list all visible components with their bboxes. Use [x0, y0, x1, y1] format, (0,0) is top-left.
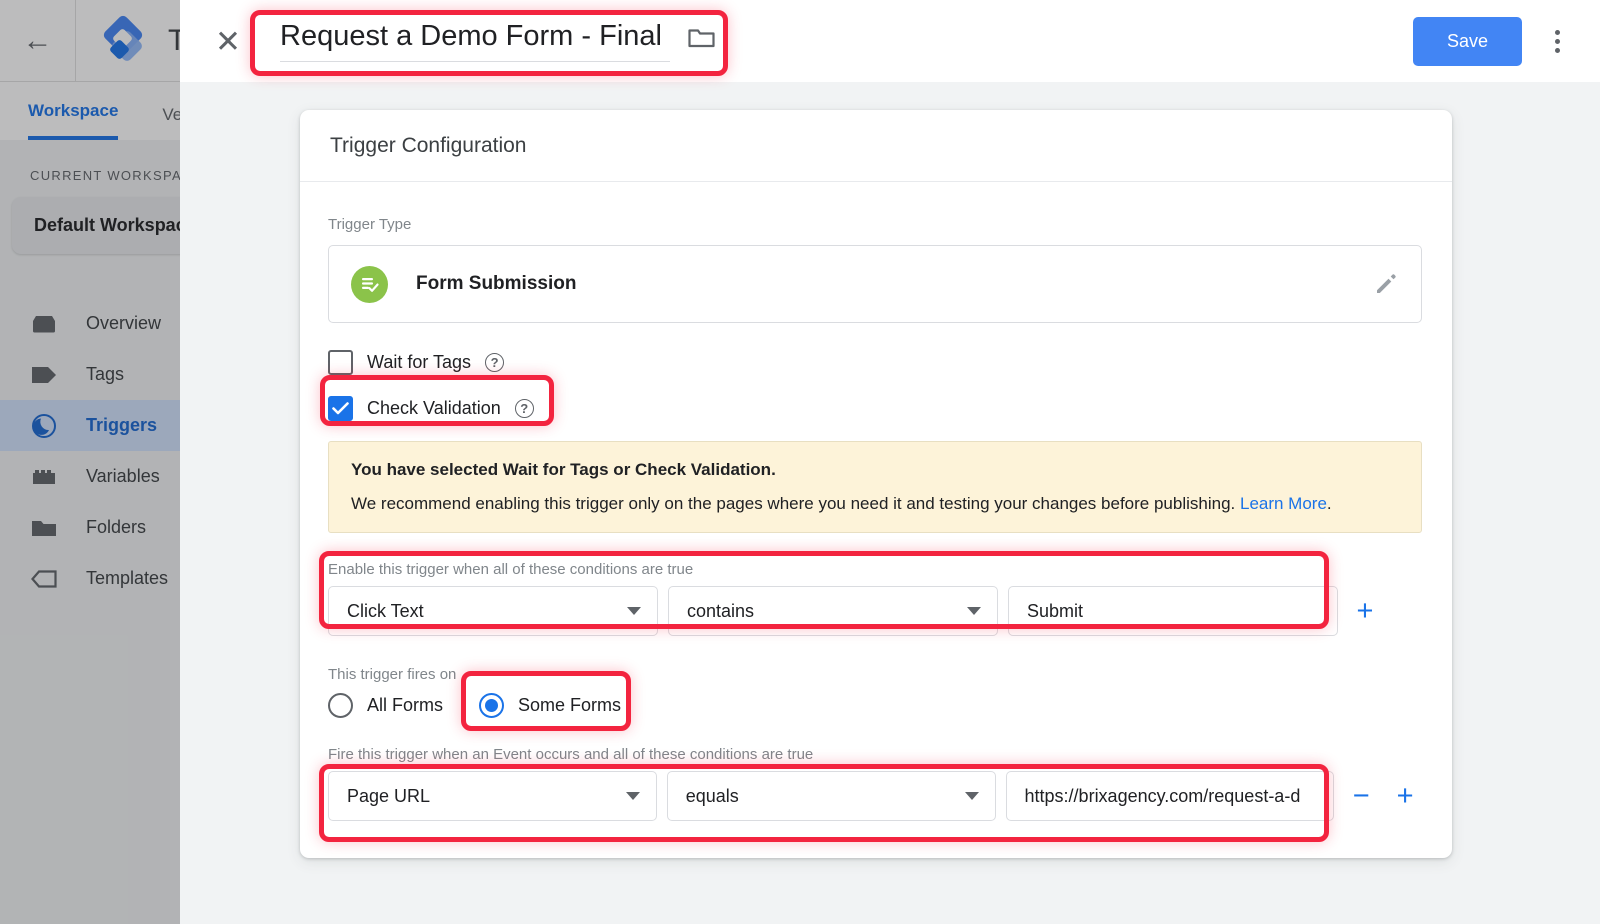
trigger-type-row[interactable]: Form Submission	[328, 245, 1422, 323]
warning-body-text: We recommend enabling this trigger only …	[351, 494, 1236, 513]
enable-condition-variable-select[interactable]: Click Text	[328, 586, 658, 636]
modal-scrim[interactable]	[0, 0, 180, 924]
pencil-icon[interactable]	[1373, 271, 1399, 297]
validation-warning-banner: You have selected Wait for Tags or Check…	[328, 441, 1422, 533]
card-body: Trigger Type Form Submission Wait for Ta…	[300, 182, 1452, 821]
trigger-configuration-card: Trigger Configuration Trigger Type Form …	[300, 110, 1452, 858]
check-validation-label: Check Validation	[367, 397, 501, 418]
radio-all-forms[interactable]: All Forms	[328, 693, 443, 718]
trigger-type-name: Form Submission	[416, 273, 577, 294]
wait-for-tags-label: Wait for Tags	[367, 351, 472, 372]
fire-condition-variable-select[interactable]: Page URL	[328, 771, 657, 821]
trigger-title-area	[280, 20, 715, 62]
chevron-down-icon	[964, 792, 979, 800]
check-validation-checkbox[interactable]	[328, 395, 353, 421]
fire-condition-variable-value: Page URL	[347, 785, 431, 806]
learn-more-link[interactable]: Learn More	[1240, 494, 1327, 513]
add-fire-condition-button[interactable]: +	[1388, 781, 1422, 811]
help-circle-icon[interactable]: ?	[485, 352, 505, 372]
chevron-down-icon	[627, 607, 641, 615]
trigger-edit-modal: ✕ Save Trigger Configuration Trigger Typ…	[180, 0, 1600, 924]
modal-header: ✕ Save	[180, 0, 1600, 82]
trigger-type-label: Trigger Type	[328, 216, 412, 233]
check-validation-row[interactable]: Check Validation ?	[328, 391, 1422, 425]
remove-fire-condition-button[interactable]: −	[1344, 781, 1378, 811]
all-forms-radio[interactable]	[328, 693, 353, 718]
fire-condition-operator-select[interactable]: equals	[666, 771, 996, 821]
add-enable-condition-button[interactable]: +	[1348, 596, 1382, 626]
fire-condition-operator-value: equals	[685, 785, 739, 806]
enable-condition-row: Click Text contains +	[328, 586, 1422, 636]
enable-condition-operator-value: contains	[687, 600, 755, 621]
fires-on-radio-group: All Forms Some Forms	[328, 693, 1422, 718]
some-forms-radio[interactable]	[479, 693, 504, 718]
warning-period: .	[1326, 494, 1332, 513]
header-actions: Save	[1412, 16, 1578, 66]
warning-body: We recommend enabling this trigger only …	[351, 494, 1399, 514]
fire-conditions-label: Fire this trigger when an Event occurs a…	[328, 746, 814, 763]
enable-condition-value-input[interactable]	[1008, 586, 1338, 636]
fires-on-label: This trigger fires on	[328, 666, 457, 683]
help-circle-icon[interactable]: ?	[514, 398, 534, 418]
wait-for-tags-checkbox[interactable]	[328, 349, 353, 375]
trigger-name-input[interactable]	[280, 20, 670, 62]
wait-for-tags-row[interactable]: Wait for Tags ?	[328, 345, 1422, 379]
chevron-down-icon	[967, 607, 981, 615]
warning-headline: You have selected Wait for Tags or Check…	[351, 460, 776, 479]
enable-conditions-label: Enable this trigger when all of these co…	[328, 561, 694, 578]
save-button[interactable]: Save	[1412, 16, 1522, 66]
chevron-down-icon	[625, 792, 640, 800]
folder-icon[interactable]	[688, 27, 715, 49]
card-title: Trigger Configuration	[300, 110, 1452, 182]
some-forms-label: Some Forms	[518, 695, 622, 715]
fire-condition-row: Page URL equals − +	[328, 771, 1422, 821]
enable-condition-variable-value: Click Text	[347, 600, 424, 621]
fire-condition-value-input[interactable]	[1005, 771, 1335, 821]
form-submission-icon	[351, 265, 388, 303]
close-icon: ✕	[215, 23, 241, 59]
all-forms-label: All Forms	[367, 695, 443, 715]
radio-some-forms[interactable]: Some Forms	[479, 693, 621, 718]
close-button[interactable]: ✕	[208, 21, 248, 61]
more-vertical-icon[interactable]	[1536, 20, 1578, 62]
enable-condition-operator-select[interactable]: contains	[668, 586, 998, 636]
